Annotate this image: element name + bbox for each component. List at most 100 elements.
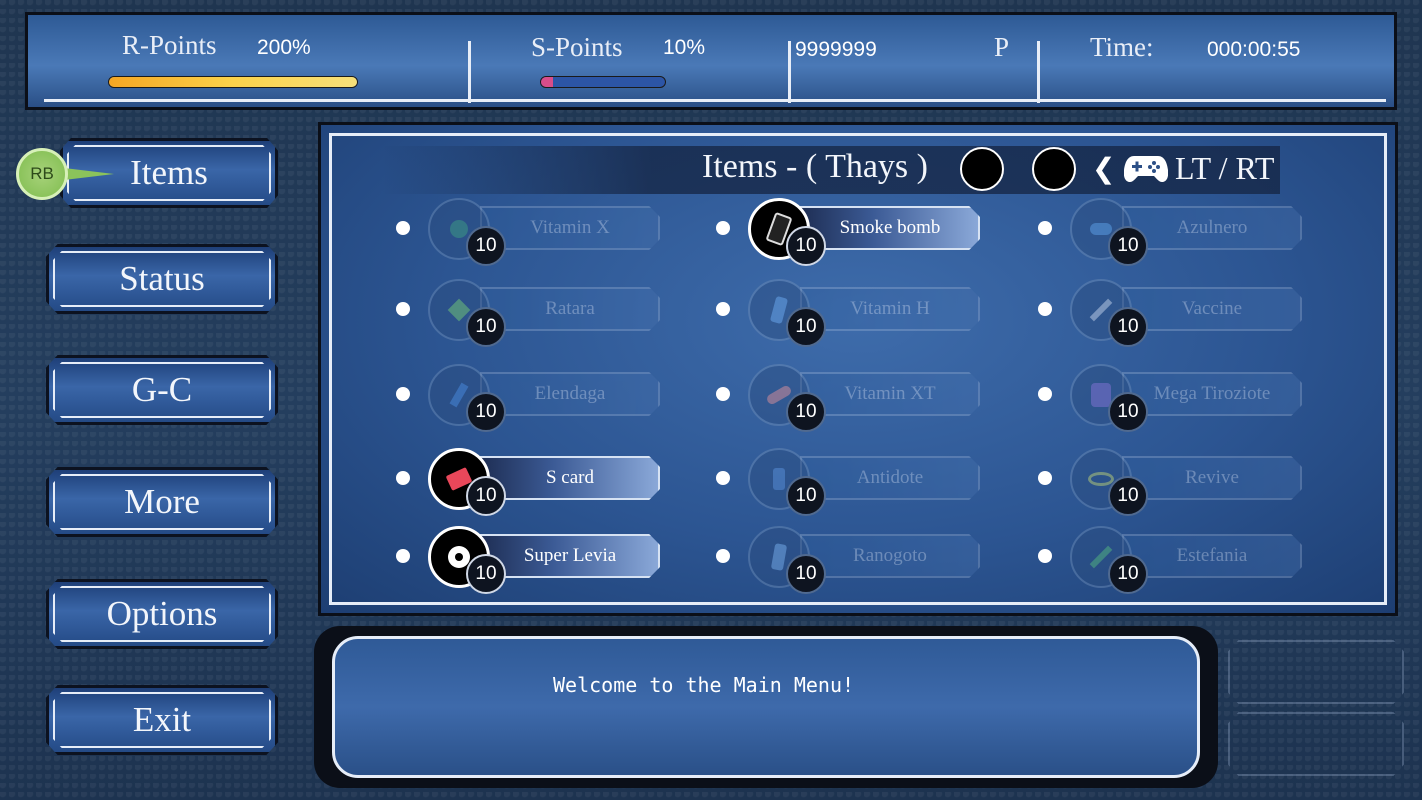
chevron-left-icon: ❮ — [1092, 152, 1116, 185]
item-count: 10 — [1108, 476, 1148, 516]
rb-button-icon[interactable]: RB — [16, 148, 68, 200]
item-slot[interactable]: Vitamin X 10 — [396, 198, 664, 268]
menu-button-label: More — [124, 482, 200, 521]
item-name: Antidote — [856, 467, 924, 488]
item-slot[interactable]: Estefania 10 — [1038, 526, 1306, 596]
s-points-value: 10% — [663, 36, 706, 59]
empty-slot — [1228, 640, 1404, 704]
menu-button-label: Status — [119, 259, 205, 298]
next-character-button[interactable] — [1032, 147, 1076, 191]
menu-status-button[interactable]: Status — [46, 244, 278, 314]
item-slot[interactable]: Azulnero 10 — [1038, 198, 1306, 268]
item-slot[interactable]: Elendaga 10 — [396, 364, 664, 434]
menu-options-button[interactable]: Options — [46, 579, 278, 649]
item-slot[interactable]: Vaccine 10 — [1038, 279, 1306, 349]
empty-slot — [1228, 712, 1404, 776]
item-count: 10 — [1108, 392, 1148, 432]
currency-unit: P — [994, 32, 1010, 62]
item-name: Super Levia — [523, 545, 617, 566]
item-count: 10 — [1108, 226, 1148, 266]
menu-button-label: Options — [106, 594, 218, 633]
switch-character-hint: LT / RT — [1175, 150, 1275, 186]
cursor-bullet — [396, 221, 410, 235]
prev-character-button[interactable] — [960, 147, 1004, 191]
item-count: 10 — [786, 554, 826, 594]
item-name: Vaccine — [1181, 298, 1243, 319]
item-slot[interactable]: Vitamin H 10 — [716, 279, 984, 349]
divider — [1037, 41, 1040, 103]
cursor-bullet — [396, 549, 410, 563]
menu-button-label: G-C — [131, 370, 193, 409]
item-name: Elendaga — [534, 383, 606, 404]
item-count: 10 — [786, 226, 826, 266]
divider — [468, 41, 471, 103]
item-count: 10 — [1108, 307, 1148, 347]
cursor-bullet — [396, 471, 410, 485]
item-slot[interactable]: Antidote 10 — [716, 448, 984, 518]
item-count: 10 — [466, 554, 506, 594]
r-points-bar-fill — [109, 77, 357, 87]
item-count: 10 — [1108, 554, 1148, 594]
gamepad-icon — [1123, 152, 1169, 189]
item-name: Azulnero — [1176, 217, 1248, 238]
menu-button-label: Exit — [132, 700, 192, 739]
cursor-bullet — [396, 387, 410, 401]
item-count: 10 — [466, 307, 506, 347]
menu-exit-button[interactable]: Exit — [46, 685, 278, 755]
cursor-bullet — [716, 387, 730, 401]
item-slot[interactable]: Ranogoto 10 — [716, 526, 984, 596]
item-name: Vitamin H — [850, 298, 930, 319]
item-slot[interactable]: Ratara 10 — [396, 279, 664, 349]
item-name: S card — [545, 467, 594, 488]
currency-amount: 9999999 — [795, 38, 877, 61]
item-count: 10 — [786, 476, 826, 516]
item-slot[interactable]: S card 10 — [396, 448, 664, 518]
item-slot[interactable]: Smoke bomb 10 — [716, 198, 984, 268]
cursor-bullet — [1038, 471, 1052, 485]
item-count: 10 — [466, 226, 506, 266]
cursor-bullet — [1038, 221, 1052, 235]
cursor-bullet — [1038, 302, 1052, 316]
cursor-bullet — [1038, 549, 1052, 563]
items-panel-title: Items - ( Thays ) — [702, 148, 928, 185]
menu-more-button[interactable]: More — [46, 467, 278, 537]
status-bar — [25, 12, 1397, 110]
item-name: Ratara — [545, 298, 595, 319]
time-value: 000:00:55 — [1207, 38, 1301, 61]
item-slot[interactable]: Mega Tiroziote 10 — [1038, 364, 1306, 434]
r-points-value: 200% — [257, 36, 311, 59]
cursor-bullet — [396, 302, 410, 316]
r-points-bar — [108, 76, 358, 88]
item-name: Vitamin X — [530, 217, 610, 238]
cursor-bullet — [716, 221, 730, 235]
item-slot[interactable]: Revive 10 — [1038, 448, 1306, 518]
menu-button-label: Items — [130, 153, 208, 192]
item-name: Ranogoto — [853, 545, 927, 566]
rb-pointer — [64, 168, 114, 180]
item-name: Estefania — [1176, 545, 1248, 566]
message-box-frame — [332, 636, 1200, 778]
s-points-label: S-Points — [531, 32, 623, 62]
s-points-bar — [540, 76, 666, 88]
item-count: 10 — [466, 392, 506, 432]
item-slot[interactable]: Vitamin XT 10 — [716, 364, 984, 434]
s-points-bar-fill — [541, 77, 554, 87]
message-box — [314, 626, 1218, 788]
cursor-bullet — [716, 302, 730, 316]
item-name: Mega Tiroziote — [1153, 383, 1271, 404]
item-name: Smoke bomb — [839, 217, 941, 238]
message-text: Welcome to the Main Menu! — [553, 673, 855, 697]
item-count: 10 — [786, 307, 826, 347]
time-label: Time: — [1090, 32, 1154, 62]
item-count: 10 — [786, 392, 826, 432]
cursor-bullet — [716, 471, 730, 485]
cursor-bullet — [716, 549, 730, 563]
status-bar-baseline — [44, 99, 1386, 102]
menu-gc-button[interactable]: G-C — [46, 355, 278, 425]
item-name: Vitamin XT — [844, 383, 936, 404]
item-slot[interactable]: Super Levia 10 — [396, 526, 664, 596]
cursor-bullet — [1038, 387, 1052, 401]
r-points-label: R-Points — [122, 30, 217, 60]
item-count: 10 — [466, 476, 506, 516]
divider — [788, 41, 791, 103]
